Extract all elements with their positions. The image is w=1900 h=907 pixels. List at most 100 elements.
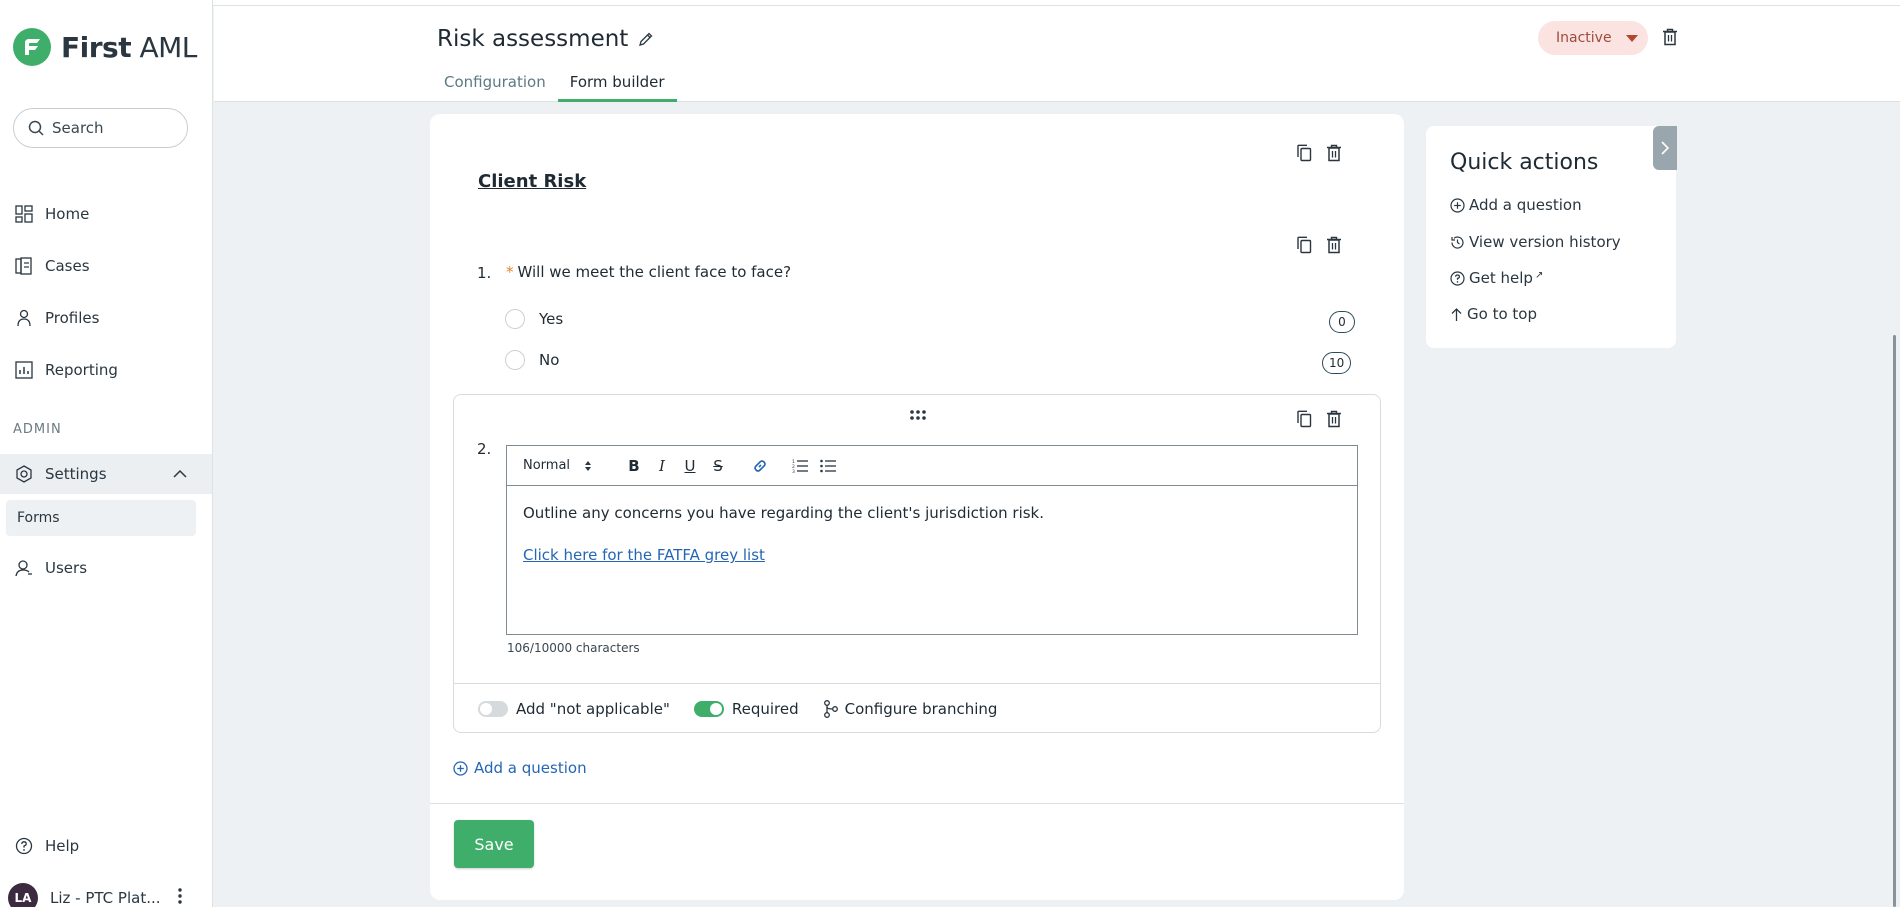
- scrollbar[interactable]: [1893, 335, 1896, 907]
- italic-icon[interactable]: I: [651, 455, 673, 477]
- character-count: 106/10000 characters: [507, 641, 640, 655]
- sidebar-item-home[interactable]: Home: [0, 194, 212, 234]
- trash-icon[interactable]: [1326, 236, 1342, 254]
- cases-icon: [14, 256, 34, 276]
- copy-icon[interactable]: [1296, 236, 1312, 254]
- logo[interactable]: First AML: [13, 28, 197, 66]
- pencil-icon[interactable]: [638, 31, 654, 47]
- underline-icon[interactable]: U: [679, 455, 701, 477]
- radio-button[interactable]: [505, 350, 525, 370]
- question-footer: Add "not applicable" Required Configure …: [454, 683, 1380, 733]
- editor-content[interactable]: Outline any concerns you have regarding …: [507, 486, 1357, 606]
- plus-circle-icon: [1450, 197, 1465, 213]
- drag-handle-icon[interactable]: [908, 409, 928, 421]
- sidebar-item-label: Profiles: [45, 309, 100, 327]
- sidebar-item-label: Home: [45, 205, 90, 223]
- search-input[interactable]: Search: [13, 108, 188, 148]
- add-question-label: Add a question: [474, 759, 587, 777]
- configure-branching-button[interactable]: Configure branching: [823, 699, 998, 718]
- save-button[interactable]: Save: [454, 820, 534, 868]
- sidebar: First AML Search Home Cases Profiles Rep…: [0, 0, 213, 907]
- option-label: Yes: [539, 310, 564, 328]
- quick-actions-title: Quick actions: [1450, 150, 1599, 175]
- tab-configuration[interactable]: Configuration: [432, 62, 558, 102]
- tab-form-builder[interactable]: Form builder: [557, 62, 677, 102]
- divider: [430, 803, 1404, 804]
- rich-text-editor[interactable]: Normal B I U S 123 Outline any concerns …: [506, 445, 1358, 635]
- not-applicable-toggle[interactable]: [478, 700, 508, 717]
- gear-icon: [14, 464, 34, 484]
- sidebar-subitem-forms[interactable]: Forms: [6, 500, 196, 536]
- collapse-panel-button[interactable]: [1653, 126, 1677, 170]
- toggle-knob: [709, 702, 722, 715]
- search-placeholder: Search: [52, 119, 104, 137]
- bold-icon[interactable]: B: [623, 455, 645, 477]
- format-select[interactable]: Normal: [523, 458, 623, 473]
- fatf-grey-list-link[interactable]: Click here for the FATFA grey list: [523, 546, 765, 564]
- add-question-button[interactable]: Add a question: [453, 759, 587, 777]
- help-circle-icon: [1450, 270, 1465, 286]
- qa-get-help[interactable]: Get help ↗: [1450, 269, 1543, 287]
- radio-button[interactable]: [505, 309, 525, 329]
- format-select-value: Normal: [523, 458, 571, 473]
- trash-icon[interactable]: [1326, 410, 1342, 428]
- question-text[interactable]: * Will we meet the client face to face?: [506, 263, 791, 281]
- option-no[interactable]: No: [505, 350, 559, 370]
- grid-icon: [14, 204, 34, 224]
- chart-icon: [14, 360, 34, 380]
- trash-icon[interactable]: [1662, 28, 1678, 46]
- sidebar-item-users[interactable]: Users: [0, 548, 212, 588]
- more-vertical-icon[interactable]: [174, 886, 186, 906]
- editor-paragraph: Outline any concerns you have regarding …: [523, 504, 1045, 522]
- external-link-icon: ↗: [1534, 269, 1544, 281]
- user-name: Liz - PTC Plat...: [50, 889, 161, 907]
- question-editor-box: 2. Normal B I U S 123 Outline any concer…: [453, 394, 1381, 733]
- question-number: 2.: [477, 440, 492, 458]
- required-toggle[interactable]: [693, 700, 724, 717]
- user-icon: [14, 558, 34, 578]
- bullet-list-icon[interactable]: [817, 455, 839, 477]
- help-link[interactable]: Help: [0, 826, 212, 866]
- page-title-text: Risk assessment: [437, 26, 629, 52]
- arrow-up-icon: [1451, 307, 1462, 321]
- qa-view-version-history[interactable]: View version history: [1450, 233, 1621, 251]
- user-account[interactable]: LA Liz - PTC Plat...: [8, 883, 161, 907]
- strikethrough-icon[interactable]: S: [707, 455, 729, 477]
- question-label: Will we meet the client face to face?: [517, 263, 792, 281]
- status-dropdown[interactable]: Inactive: [1538, 21, 1648, 55]
- required-label: Required: [731, 699, 799, 718]
- option-label: No: [539, 351, 560, 369]
- svg-text:3: 3: [792, 469, 795, 473]
- option-yes[interactable]: Yes: [505, 309, 563, 329]
- status-label: Inactive: [1556, 30, 1612, 46]
- qa-label: Get help: [1469, 269, 1533, 287]
- copy-icon[interactable]: [1296, 144, 1312, 162]
- sidebar-item-reporting[interactable]: Reporting: [0, 350, 212, 390]
- trash-icon[interactable]: [1326, 144, 1342, 162]
- search-icon: [28, 120, 44, 136]
- sidebar-item-profiles[interactable]: Profiles: [0, 298, 212, 338]
- page-title: Risk assessment: [437, 26, 654, 52]
- option-score[interactable]: 10: [1322, 352, 1352, 374]
- sidebar-item-cases[interactable]: Cases: [0, 246, 212, 286]
- logo-icon: [13, 28, 51, 66]
- toggle-knob: [480, 702, 492, 715]
- branching-label: Configure branching: [844, 699, 998, 718]
- question-number: 1.: [477, 264, 492, 282]
- not-applicable-label: Add "not applicable": [516, 699, 670, 718]
- admin-section-label: ADMIN: [13, 422, 62, 437]
- branch-icon: [823, 699, 838, 718]
- sidebar-item-settings[interactable]: Settings: [0, 454, 212, 494]
- option-score[interactable]: 0: [1329, 311, 1355, 333]
- qa-go-to-top[interactable]: Go to top: [1450, 305, 1537, 323]
- tab-bar: Configuration Form builder: [432, 62, 677, 102]
- copy-icon[interactable]: [1296, 410, 1312, 428]
- link-icon[interactable]: [749, 455, 771, 477]
- section-title[interactable]: Client Risk: [478, 171, 586, 192]
- sidebar-item-label: Reporting: [45, 361, 118, 379]
- sidebar-item-label: Users: [45, 559, 88, 577]
- sidebar-item-label: Settings: [45, 465, 107, 483]
- ordered-list-icon[interactable]: 123: [789, 455, 811, 477]
- qa-add-question[interactable]: Add a question: [1450, 196, 1582, 214]
- question-actions: [1296, 410, 1342, 428]
